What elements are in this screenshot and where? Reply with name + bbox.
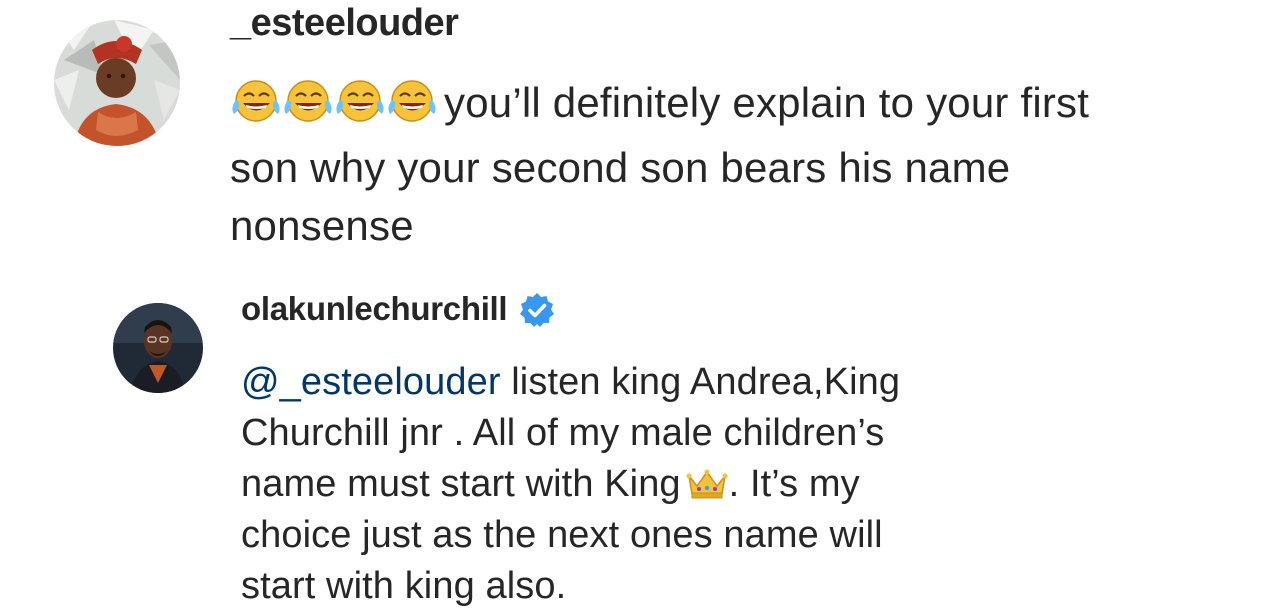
comment-line-text: name must start with King [241, 463, 681, 505]
emoji-group [230, 78, 438, 139]
face-with-tears-of-joy-icon [284, 80, 332, 122]
avatar-image [113, 303, 203, 393]
comment-username[interactable]: olakunlechurchill [241, 290, 508, 327]
face-with-tears-of-joy-icon [388, 80, 436, 122]
comment-username[interactable]: _esteelouder [230, 2, 459, 45]
crown-icon [686, 469, 728, 499]
face-with-tears-of-joy-icon [232, 80, 280, 122]
comment-text: you’ll definitely explain to your first … [230, 74, 1089, 255]
comment-line-1: you’ll definitely explain to your first [230, 74, 1089, 139]
comment-line-text: listen king Andrea,King [500, 361, 901, 403]
comment-line-4: choice just as the next ones name will [241, 514, 883, 556]
verified-badge-icon [520, 293, 555, 327]
avatar-esteelouder[interactable] [54, 20, 180, 146]
comment-line-1: @_esteelouder listen king Andrea,King [241, 357, 900, 408]
mention-link[interactable]: @_esteelouder [241, 361, 501, 403]
comment-text: @_esteelouder listen king Andrea,King Ch… [241, 357, 900, 612]
face-with-tears-of-joy-icon [336, 80, 384, 122]
comment-line-text: . It’s my [728, 463, 860, 505]
comment-line-2: son why your second son bears his name [230, 144, 1011, 191]
comment-line-text: you’ll definitely explain to your first [444, 79, 1090, 126]
avatar-image [54, 20, 180, 146]
comment-line-2: Churchill jnr . All of my male children’… [241, 412, 885, 454]
comment-line-5: start with king also. [241, 565, 567, 607]
comment-line-3: name must start with King . It’s my [241, 459, 900, 510]
comment-username-row: olakunlechurchill [241, 290, 555, 328]
avatar-olakunlechurchill[interactable] [113, 303, 203, 393]
comment-line-3: nonsense [230, 202, 414, 249]
